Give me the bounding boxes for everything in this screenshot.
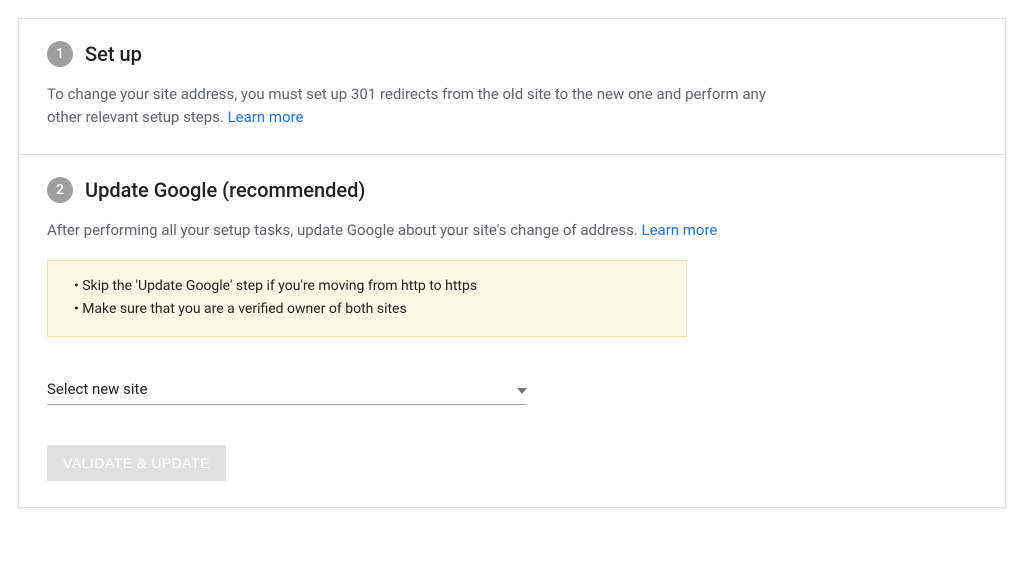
learn-more-link[interactable]: Learn more xyxy=(228,108,304,126)
step-title: Set up xyxy=(85,42,142,66)
step-number-badge: 2 xyxy=(47,177,73,203)
step-description: After performing all your setup tasks, u… xyxy=(47,221,638,239)
chevron-down-icon xyxy=(517,379,527,398)
step-setup-section: 1 Set up To change your site address, yo… xyxy=(19,19,1005,154)
select-new-site-dropdown[interactable]: Select new site xyxy=(47,373,527,405)
step-body: After performing all your setup tasks, u… xyxy=(47,219,787,242)
note-item: Skip the 'Update Google' step if you're … xyxy=(74,275,666,299)
learn-more-link[interactable]: Learn more xyxy=(642,221,718,239)
step-number-badge: 1 xyxy=(47,41,73,67)
step-header: 1 Set up xyxy=(47,41,977,67)
step-header: 2 Update Google (recommended) xyxy=(47,177,977,203)
step-body: To change your site address, you must se… xyxy=(47,83,787,128)
validate-update-button[interactable]: VALIDATE & UPDATE xyxy=(47,445,226,481)
note-item: Make sure that you are a verified owner … xyxy=(74,298,666,322)
change-address-card: 1 Set up To change your site address, yo… xyxy=(18,18,1006,508)
step-title: Update Google (recommended) xyxy=(85,178,365,202)
select-label: Select new site xyxy=(47,380,147,398)
info-note-box: Skip the 'Update Google' step if you're … xyxy=(47,260,687,338)
action-row: VALIDATE & UPDATE xyxy=(47,445,977,481)
step-description: To change your site address, you must se… xyxy=(47,85,766,126)
step-update-google-section: 2 Update Google (recommended) After perf… xyxy=(19,154,1005,507)
